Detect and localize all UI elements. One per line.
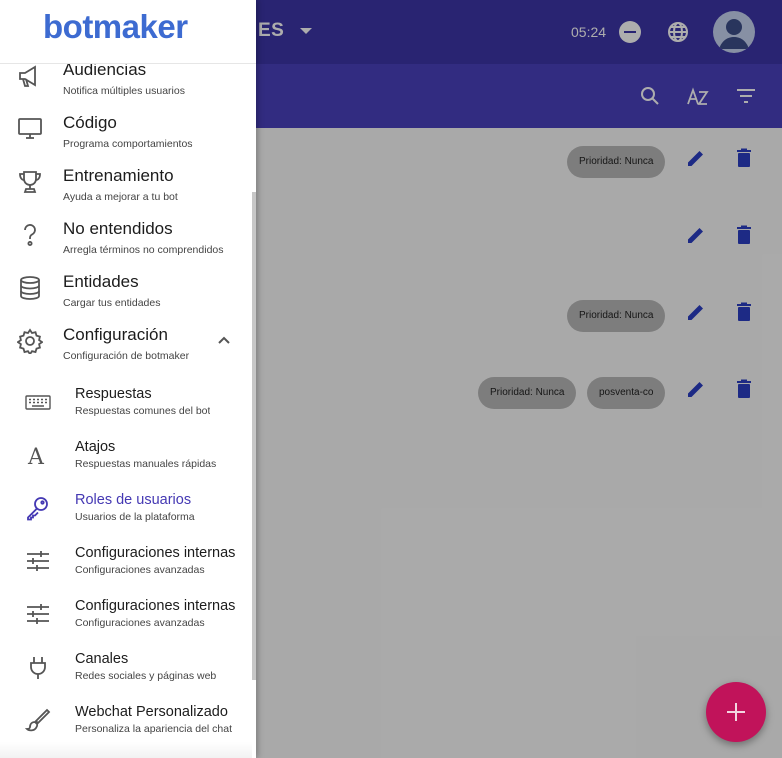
menu-item-no-entendidos[interactable]: No entendidos Arregla términos no compre…: [0, 219, 250, 272]
submenu-item-configuraciones-internas[interactable]: Configuraciones internas Configuraciones…: [0, 545, 250, 598]
question-icon: [17, 222, 43, 248]
trophy-icon: [17, 169, 43, 195]
chevron-up-icon[interactable]: [217, 333, 231, 352]
submenu-item-subtitle: Configuraciones avanzadas: [75, 617, 205, 629]
key-icon: [25, 495, 51, 521]
keyboard-icon: [25, 389, 51, 415]
menu-item-subtitle: Programa comportamientos: [63, 138, 193, 150]
submenu-item-title: Configuraciones internas: [75, 545, 236, 561]
gear-icon: [16, 328, 44, 356]
submenu-item-title: Canales: [75, 651, 129, 667]
sliders-icon: [25, 548, 51, 574]
database-icon: [17, 275, 43, 301]
menu-item-subtitle: Configuración de botmaker: [63, 350, 190, 362]
menu-item-title: Entrenamiento: [63, 166, 174, 185]
font-icon: A: [25, 442, 51, 470]
submenu-item-title: Respuestas: [75, 386, 152, 402]
sliders-icon: [25, 601, 51, 627]
submenu-item-subtitle: Respuestas comunes del bot: [75, 405, 211, 417]
submenu-item-atajos[interactable]: A Atajos Respuestas manuales rápidas: [0, 439, 250, 492]
menu-item-title: Configuración: [63, 325, 168, 344]
plug-icon: [25, 654, 51, 680]
submenu-item-subtitle: Redes sociales y páginas web: [75, 670, 217, 682]
menu-item-subtitle: Ayuda a mejorar a tu bot: [63, 191, 178, 203]
submenu-item-subtitle: Personaliza la apariencia del chat: [75, 723, 233, 735]
menu-item-codigo[interactable]: Código Programa comportamientos: [0, 113, 250, 166]
menu-item-configuracion[interactable]: Configuración Configuración de botmaker: [0, 325, 250, 378]
menu-item-entrenamiento[interactable]: Entrenamiento Ayuda a mejorar a tu bot: [0, 166, 250, 219]
nav-drawer: botmaker Audiencias Notifica múltiples u…: [0, 0, 256, 758]
submenu-item-respuestas[interactable]: Respuestas Respuestas comunes del bot: [0, 386, 250, 439]
submenu-item-canales[interactable]: Canales Redes sociales y páginas web: [0, 651, 250, 704]
menu-item-title: No entendidos: [63, 219, 173, 238]
add-button[interactable]: [706, 682, 766, 742]
submenu-item-title: Webchat Personalizado: [75, 704, 228, 720]
menu-item-title: Entidades: [63, 272, 139, 291]
submenu-item-configuraciones-internas-2[interactable]: Configuraciones internas Configuraciones…: [0, 598, 250, 651]
drawer-scrollbar[interactable]: [252, 192, 256, 680]
monitor-icon: [17, 116, 43, 142]
menu-item-subtitle: Notifica múltiples usuarios: [63, 85, 185, 97]
submenu-item-subtitle: Respuestas manuales rápidas: [75, 458, 217, 470]
menu-item-subtitle: Arregla términos no comprendidos: [63, 244, 224, 256]
submenu-item-subtitle: Usuarios de la plataforma: [75, 511, 195, 523]
submenu-item-title: Roles de usuarios: [75, 492, 192, 508]
submenu-item-title: Atajos: [75, 439, 116, 455]
submenu-item-title: Configuraciones internas: [75, 598, 236, 614]
logo-header: botmaker: [0, 0, 256, 64]
botmaker-logo[interactable]: botmaker: [43, 8, 188, 46]
drawer-bottom-fade: [0, 742, 252, 758]
menu-item-audiencias[interactable]: Audiencias Notifica múltiples usuarios: [0, 60, 250, 113]
submenu-item-subtitle: Configuraciones avanzadas: [75, 564, 205, 576]
megaphone-icon: [17, 63, 43, 89]
brush-icon: [24, 707, 51, 733]
menu-item-subtitle: Cargar tus entidades: [63, 297, 161, 309]
menu-item-entidades[interactable]: Entidades Cargar tus entidades: [0, 272, 250, 325]
menu-item-title: Código: [63, 113, 117, 132]
submenu-item-roles-de-usuarios[interactable]: Roles de usuarios Usuarios de la platafo…: [0, 492, 250, 545]
svg-text:A: A: [27, 445, 45, 468]
